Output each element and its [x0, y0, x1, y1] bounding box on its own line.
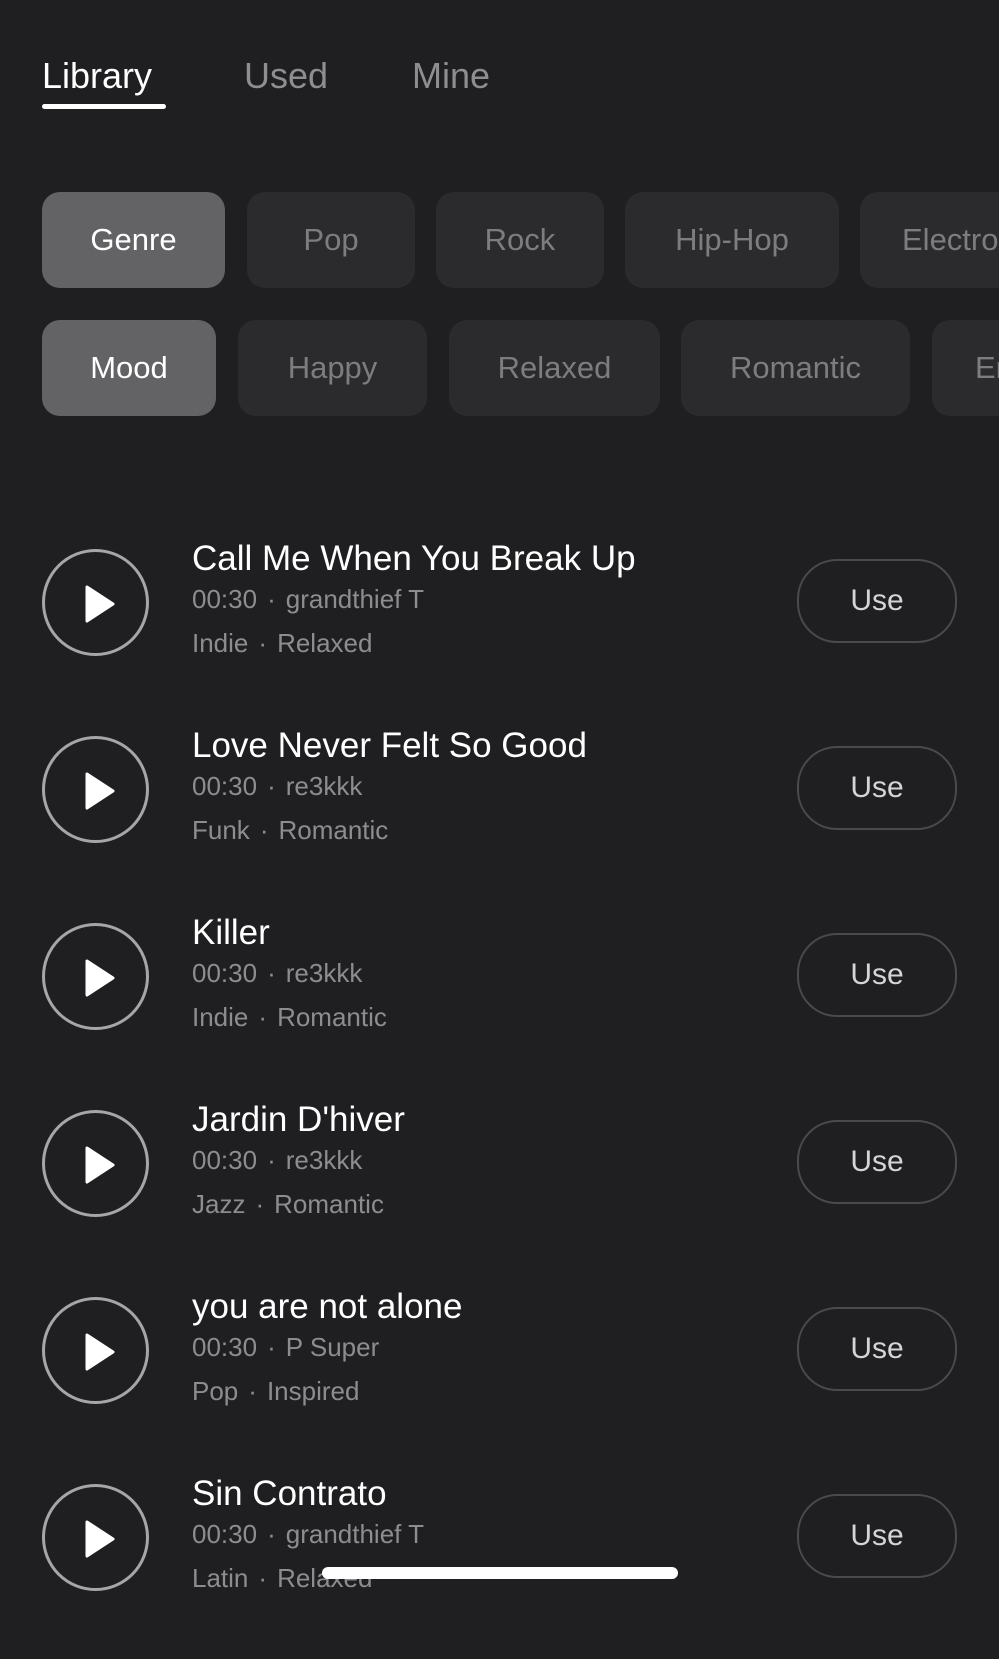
genre-chip-electro[interactable]: Electro	[860, 192, 999, 288]
use-button[interactable]: Use	[797, 1307, 957, 1391]
song-title: Love Never Felt So Good	[192, 726, 587, 765]
meta-separator: ·	[255, 1189, 265, 1219]
mood-filter-row: Mood Happy Relaxed Romantic En	[0, 320, 999, 416]
song-genre: Indie	[192, 1002, 249, 1032]
song-title: Call Me When You Break Up	[192, 539, 636, 578]
meta-separator: ·	[267, 771, 276, 801]
play-button[interactable]	[42, 549, 149, 656]
meta-separator: ·	[267, 1145, 276, 1175]
play-button[interactable]	[42, 736, 149, 843]
meta-separator: ·	[267, 584, 276, 614]
song-row: you are not alone 00:30 · P Super Pop · Insp…	[0, 1286, 999, 1472]
song-tags: Indie · Relaxed	[192, 626, 372, 660]
song-row: Call Me When You Break Up 00:30 · grandthi…	[0, 538, 999, 724]
song-mood: Romantic	[274, 1189, 384, 1219]
meta-separator: ·	[258, 1002, 268, 1032]
song-tags: Funk · Romantic	[192, 813, 388, 847]
play-button[interactable]	[42, 1484, 149, 1591]
genre-filter-label[interactable]: Genre	[42, 192, 225, 288]
song-row: Killer 00:30 · re3kkk Indie · Romantic Use	[0, 912, 999, 1098]
song-row: Jardin D'hiver 00:30 · re3kkk Jazz · Romanti…	[0, 1099, 999, 1285]
song-tags: Indie · Romantic	[192, 1000, 387, 1034]
song-mood: Relaxed	[277, 628, 373, 658]
song-artist: grandthief T	[285, 584, 425, 614]
song-duration: 00:30	[192, 1519, 258, 1549]
song-genre: Funk	[192, 815, 250, 845]
song-title: you are not alone	[192, 1287, 463, 1326]
play-button[interactable]	[42, 923, 149, 1030]
song-meta: 00:30 · re3kkk	[192, 956, 362, 990]
song-genre: Jazz	[192, 1189, 246, 1219]
song-meta: 00:30 · grandthief T	[192, 582, 424, 616]
use-button[interactable]: Use	[797, 746, 957, 830]
meta-separator: ·	[258, 628, 268, 658]
song-artist: grandthief T	[285, 1519, 425, 1549]
song-tags: Jazz · Romantic	[192, 1187, 384, 1221]
tab-library[interactable]: Library	[42, 52, 152, 100]
tab-mine[interactable]: Mine	[412, 52, 490, 100]
play-icon	[85, 585, 115, 623]
active-tab-indicator	[42, 104, 166, 109]
use-button[interactable]: Use	[797, 1494, 957, 1578]
song-duration: 00:30	[192, 958, 258, 988]
play-icon	[85, 1520, 115, 1558]
mood-chip-happy[interactable]: Happy	[238, 320, 427, 416]
home-indicator[interactable]	[322, 1567, 678, 1579]
song-meta: 00:30 · re3kkk	[192, 769, 362, 803]
genre-chip-hip-hop[interactable]: Hip-Hop	[625, 192, 839, 288]
meta-separator: ·	[267, 958, 276, 988]
song-title: Sin Contrato	[192, 1474, 387, 1513]
tab-used[interactable]: Used	[244, 52, 328, 100]
mood-chip-energetic[interactable]: En	[932, 320, 999, 416]
play-button[interactable]	[42, 1297, 149, 1404]
song-duration: 00:30	[192, 1332, 258, 1362]
play-icon	[85, 1146, 115, 1184]
play-icon	[85, 772, 115, 810]
song-artist: re3kkk	[285, 1145, 363, 1175]
song-genre: Indie	[192, 628, 249, 658]
song-mood: Romantic	[277, 1002, 387, 1032]
song-mood: Romantic	[278, 815, 389, 845]
song-meta: 00:30 · P Super	[192, 1330, 379, 1364]
song-duration: 00:30	[192, 771, 258, 801]
mood-chip-romantic[interactable]: Romantic	[681, 320, 910, 416]
mood-chip-relaxed[interactable]: Relaxed	[449, 320, 660, 416]
use-button[interactable]: Use	[797, 559, 957, 643]
song-meta: 00:30 · grandthief T	[192, 1517, 424, 1551]
genre-chip-rock[interactable]: Rock	[436, 192, 604, 288]
use-button[interactable]: Use	[797, 1120, 957, 1204]
song-artist: re3kkk	[285, 771, 363, 801]
song-artist: P Super	[285, 1332, 380, 1362]
play-icon	[85, 1333, 115, 1371]
use-button[interactable]: Use	[797, 933, 957, 1017]
meta-separator: ·	[258, 1563, 268, 1593]
song-title: Killer	[192, 913, 270, 952]
song-row: Sin Contrato 00:30·grandthief T Latin·Re…	[0, 1473, 999, 1659]
song-duration: 00:30	[192, 584, 258, 614]
song-row: Love Never Felt So Good 00:30 · re3kkk Fun…	[0, 725, 999, 911]
meta-separator: ·	[248, 1376, 257, 1406]
song-title: Jardin D'hiver	[192, 1100, 405, 1139]
song-genre: Latin	[192, 1563, 249, 1593]
song-meta: 00:30 · re3kkk	[192, 1143, 362, 1177]
song-tags: Pop · Inspired	[192, 1374, 359, 1408]
genre-chip-pop[interactable]: Pop	[247, 192, 415, 288]
song-duration: 00:30	[192, 1145, 258, 1175]
song-mood: Inspired	[266, 1376, 360, 1406]
song-artist: re3kkk	[285, 958, 363, 988]
play-button[interactable]	[42, 1110, 149, 1217]
meta-separator: ·	[267, 1332, 276, 1362]
play-icon	[85, 959, 115, 997]
song-genre: Pop	[192, 1376, 239, 1406]
mood-filter-label[interactable]: Mood	[42, 320, 216, 416]
meta-separator: ·	[267, 1519, 276, 1549]
genre-filter-row: Genre Pop Rock Hip-Hop Electro	[0, 192, 999, 288]
meta-separator: ·	[259, 815, 269, 845]
